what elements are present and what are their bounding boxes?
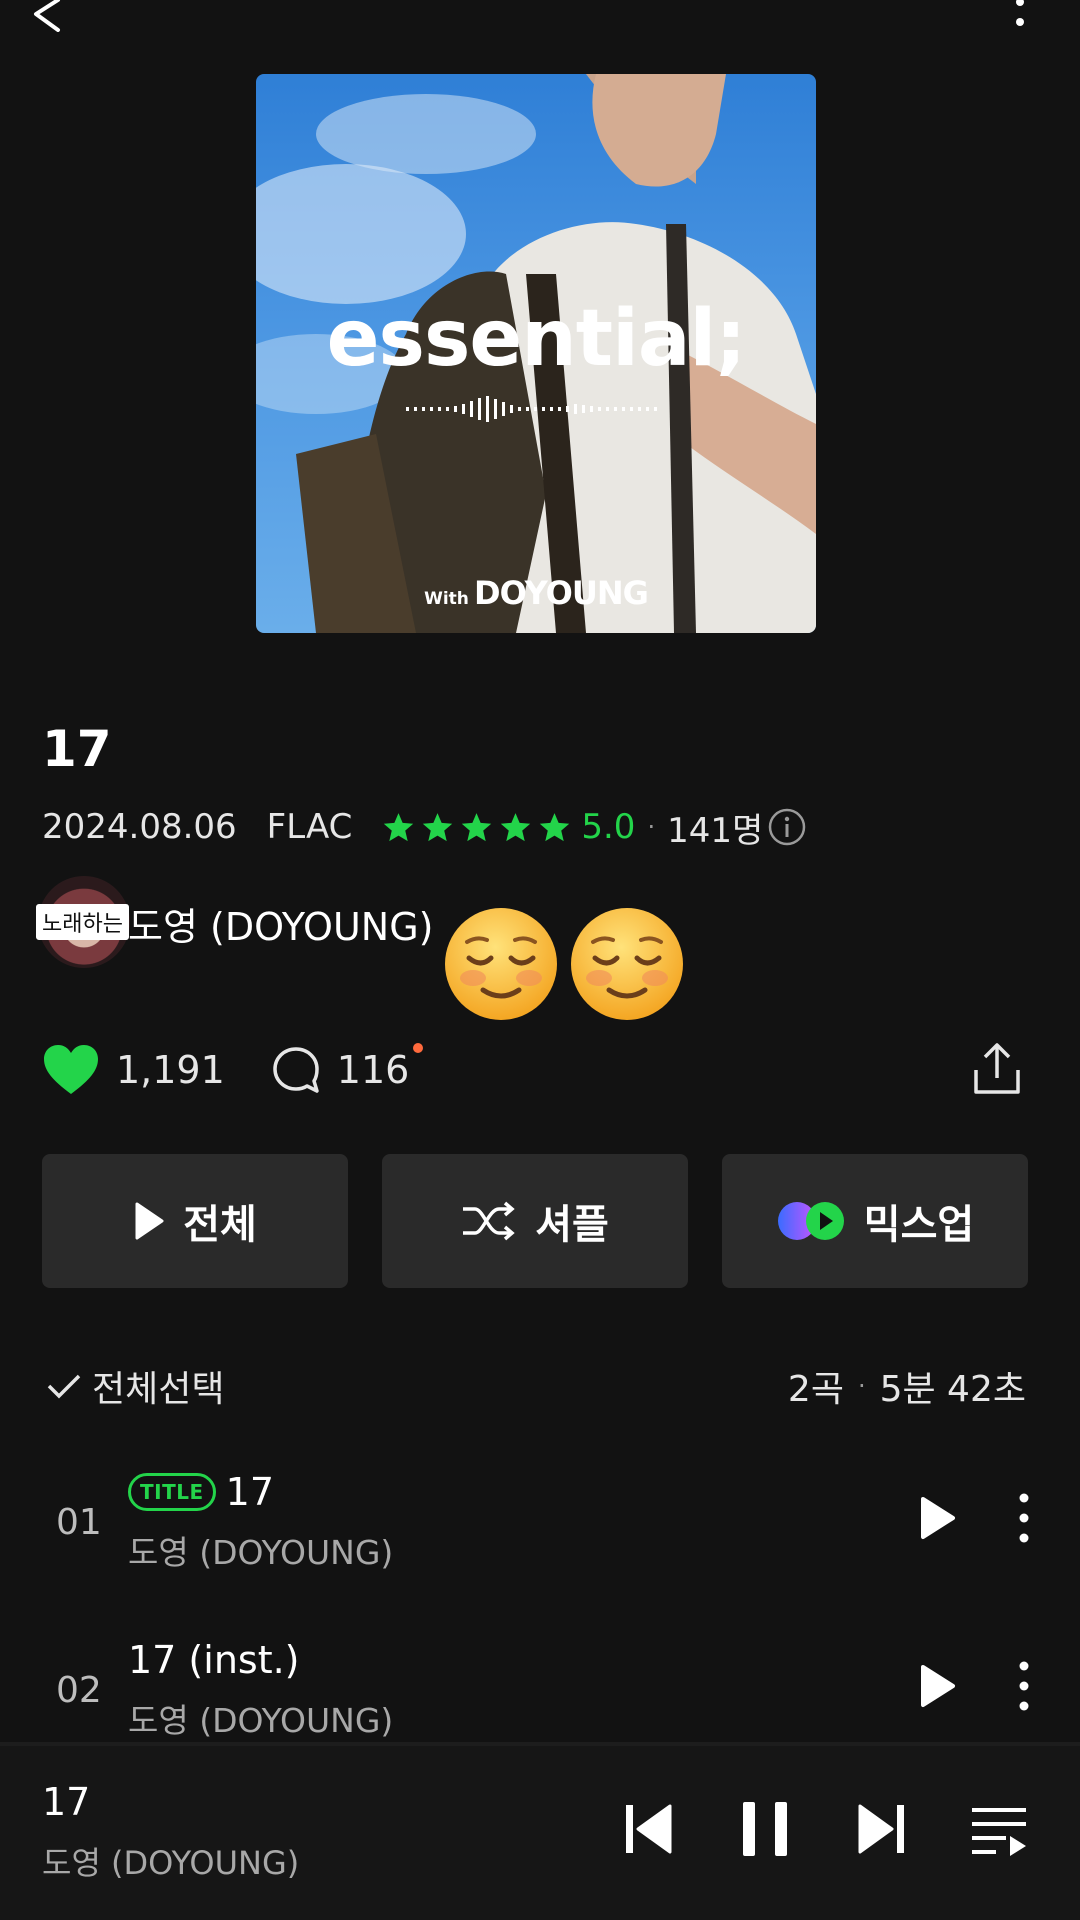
now-playing-title[interactable]: 17 (42, 1780, 90, 1824)
tracklist-summary: 2곡 · 5분 42초 (788, 1362, 1026, 1410)
mixup-button[interactable]: 믹스업 (722, 1154, 1028, 1288)
total-duration: 5분 42초 (879, 1369, 1026, 1410)
artist-avatar[interactable]: 노래하는 (36, 876, 130, 968)
select-all-label: 전체선택 (92, 1369, 225, 1410)
play-icon[interactable] (918, 1662, 958, 1710)
audio-format: FLAC (266, 807, 353, 847)
track-row[interactable]: 01 TITLE 17 도영 (DOYOUNG) (0, 1464, 1080, 1584)
engagement-stats: 1,191 116 (42, 1040, 424, 1100)
track-number: 01 (56, 1502, 102, 1543)
smiling-face-emoji (571, 908, 684, 1020)
album-meta: 2024.08.06 FLAC 5.0 · 141명 (42, 806, 807, 851)
album-cover[interactable]: essential; With DOYOUNG (256, 74, 816, 633)
track-title: 17 (inst.) (128, 1638, 300, 1682)
shuffle-button[interactable]: 셔플 (382, 1154, 688, 1288)
track-artist: 도영 (DOYOUNG) (128, 1533, 394, 1572)
back-chevron-icon[interactable] (28, 0, 68, 32)
next-track-icon[interactable] (858, 1802, 906, 1856)
play-icon[interactable] (918, 1494, 958, 1542)
check-icon (47, 1374, 81, 1399)
rating-value: 5.0 (581, 807, 636, 847)
title-track-badge: TITLE (128, 1473, 216, 1511)
star-icon (501, 812, 531, 841)
rating-count: 141명 (667, 810, 764, 851)
share-icon[interactable] (968, 1040, 1026, 1098)
play-icon (135, 1202, 164, 1240)
mixup-label: 믹스업 (863, 1202, 975, 1248)
more-vertical-icon[interactable] (1010, 1492, 1038, 1544)
previous-track-icon[interactable] (624, 1802, 672, 1856)
track-number: 02 (56, 1670, 102, 1711)
like-count: 1,191 (116, 1048, 225, 1092)
playlist-queue-icon[interactable] (970, 1804, 1028, 1856)
cover-title: essential; (326, 294, 747, 384)
cover-credit: With DOYOUNG (256, 574, 816, 612)
play-all-label: 전체 (183, 1202, 257, 1248)
artist-tag: 노래하는 (36, 904, 129, 940)
pause-icon[interactable] (740, 1800, 790, 1858)
new-comment-dot (413, 1043, 424, 1053)
more-vertical-icon[interactable] (1010, 1660, 1038, 1712)
heart-icon[interactable] (42, 1044, 100, 1096)
release-date: 2024.08.06 (42, 807, 237, 847)
artist-name[interactable]: 도영 (DOYOUNG) (128, 896, 433, 951)
shuffle-icon (463, 1201, 515, 1241)
select-all-toggle[interactable]: 전체선택 (46, 1362, 224, 1410)
comment-count: 116 (336, 1048, 410, 1092)
shuffle-label: 셔플 (535, 1202, 609, 1248)
album-title: 17 (42, 720, 112, 778)
track-title: 17 (225, 1470, 274, 1514)
star-icon (462, 812, 492, 841)
smiling-face-emoji (445, 908, 558, 1020)
star-icon (423, 812, 453, 841)
more-vertical-icon[interactable] (1002, 0, 1038, 36)
song-count: 2곡 (787, 1369, 844, 1410)
now-playing-artist[interactable]: 도영 (DOYOUNG) (42, 1838, 299, 1884)
summary-separator: · (857, 1372, 866, 1400)
track-artist: 도영 (DOYOUNG) (128, 1701, 394, 1740)
star-icon (384, 812, 414, 841)
mixup-icon (777, 1202, 844, 1240)
sound-wave-graphic (406, 396, 657, 422)
cover-with-artist: DOYOUNG (474, 574, 649, 612)
rating-separator: · (647, 813, 656, 841)
info-icon[interactable] (767, 807, 807, 847)
mini-player[interactable] (0, 1746, 1080, 1920)
star-icon (540, 812, 570, 841)
track-row[interactable]: 02 17 (inst.) 도영 (DOYOUNG) (0, 1632, 1080, 1752)
play-all-button[interactable]: 전체 (42, 1154, 348, 1288)
rating-stars[interactable] (382, 811, 571, 844)
comment-icon[interactable] (271, 1045, 321, 1095)
cover-with-prefix: With (424, 589, 469, 609)
artist-row[interactable]: 노래하는 도영 (DOYOUNG) (36, 876, 685, 1020)
